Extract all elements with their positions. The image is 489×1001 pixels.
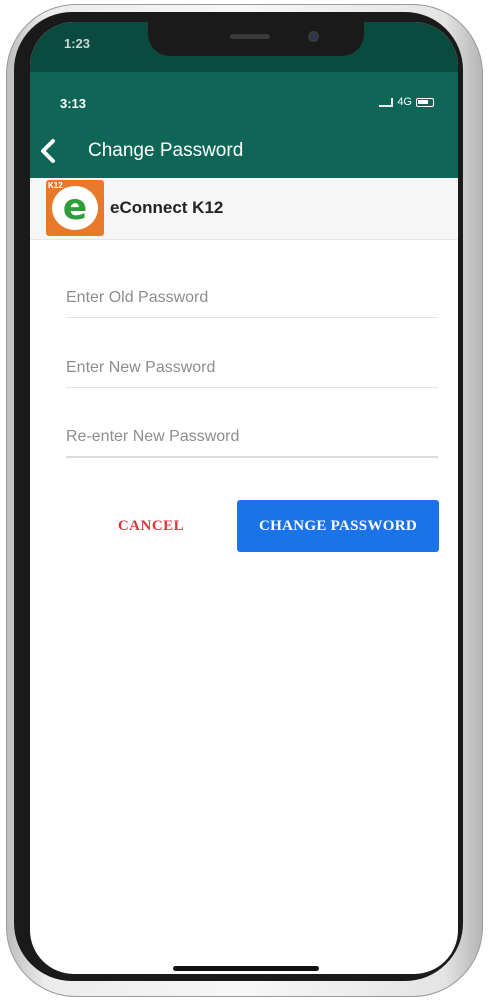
speaker-grille	[230, 34, 270, 39]
app-header: 3:13 4G Change Password	[30, 72, 458, 178]
change-password-button[interactable]: CHANGE PASSWORD	[237, 500, 439, 552]
logo-circle: e	[52, 186, 98, 230]
status-time: 3:13	[60, 96, 87, 111]
device-time: 1:23	[64, 36, 91, 51]
network-label: 4G	[397, 96, 412, 108]
confirm-password-field[interactable]	[66, 418, 438, 458]
cancel-button[interactable]: CANCEL	[96, 500, 206, 552]
old-password-field[interactable]	[66, 278, 438, 318]
battery-icon	[416, 97, 434, 107]
app-logo: K12 e	[46, 180, 104, 236]
home-indicator[interactable]	[173, 966, 319, 971]
chevron-left-icon[interactable]	[34, 136, 64, 166]
signal-icon	[379, 97, 394, 107]
front-camera	[308, 31, 319, 42]
page-title: Change Password	[88, 140, 244, 161]
app-screen: 1:23 3:13 4G Change Password K12 e eConn…	[30, 22, 458, 974]
brand-bar: K12 e eConnect K12	[30, 178, 458, 240]
status-icons: 4G	[379, 96, 434, 108]
new-password-field[interactable]	[66, 348, 438, 388]
device-notch	[148, 22, 364, 56]
brand-name: eConnect K12	[110, 198, 224, 217]
logo-letter: e	[62, 187, 88, 228]
